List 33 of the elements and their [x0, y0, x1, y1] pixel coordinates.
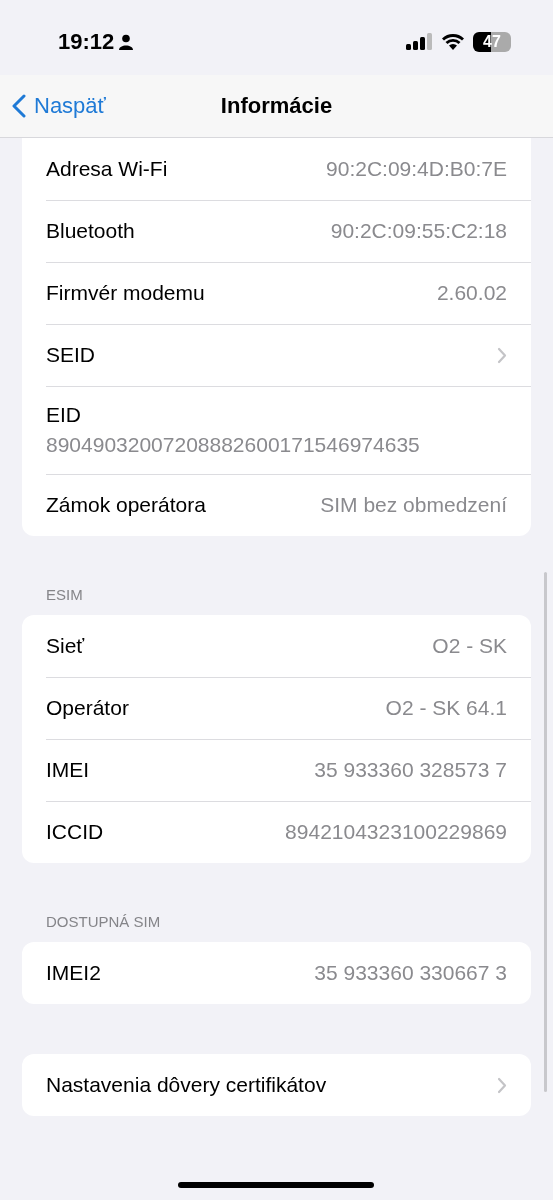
chevron-left-icon [12, 94, 26, 118]
row-value: O2 - SK [432, 634, 507, 658]
section-header: ESIM [45, 585, 84, 605]
row-value: 89049032007208882600171546974635 [46, 433, 420, 457]
status-time: 19:12 [58, 28, 115, 55]
row-value: O2 - SK 64.1 [385, 696, 507, 720]
row-value: 90:2C:09:4D:B0:7E [326, 157, 507, 181]
row-label: Firmvér modemu [46, 281, 205, 305]
chevron-right-icon [497, 1076, 507, 1094]
section-header: DOSTUPNÁ SIM [45, 912, 162, 932]
wifi-icon [441, 33, 465, 50]
chevron-right-icon [497, 346, 507, 364]
row-value: 2.60.02 [436, 281, 507, 305]
row-label: Operátor [46, 696, 129, 720]
row-value: 90:2C:09:55:C2:18 [330, 219, 507, 243]
row-value: SIM bez obmedzení [320, 493, 507, 517]
row-label: Adresa Wi-Fi [46, 157, 168, 181]
row-label: EID [46, 403, 81, 427]
row-label: Zámok operátora [46, 493, 206, 517]
row-label: Bluetooth [46, 219, 135, 243]
row-value: 35 933360 330667 3 [314, 961, 507, 985]
row-value: 35 933360 328573 7 [314, 758, 507, 782]
row-value: 8942104323100229869 [285, 820, 507, 844]
row-label: ICCID [46, 820, 104, 844]
disclosure-row[interactable]: Nastavenia dôvery certifikátov [22, 1054, 531, 1116]
person-icon [118, 33, 135, 50]
row-label: IMEI2 [46, 961, 101, 985]
row-label: IMEI [46, 758, 90, 782]
row-label: Sieť [46, 634, 85, 658]
signal-icon [406, 33, 433, 50]
back-button[interactable]: Naspäť [12, 93, 106, 119]
disclosure-row[interactable]: SEID [22, 324, 531, 386]
page-title: Informácie [220, 93, 333, 119]
